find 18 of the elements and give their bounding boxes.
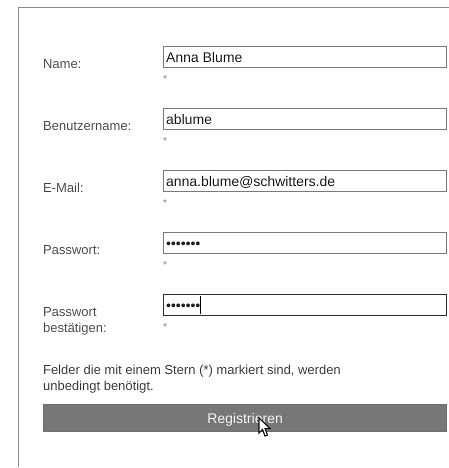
input-field[interactable]: Anna Blume (163, 46, 447, 68)
text-caret (200, 296, 202, 314)
field-label: Name: (43, 55, 82, 73)
field-label: Benutzername: (43, 117, 132, 135)
input-field[interactable]: ablume (163, 108, 447, 130)
field-label: Passwort: (43, 241, 102, 259)
register-button[interactable]: Registrieren (43, 404, 447, 432)
field-label: E-Mail: (43, 179, 84, 197)
field-label: Passwort bestätigen: (43, 303, 108, 337)
required-note: Felder die mit einem Stern (*) markiert sind, werden unbedingt benötigt. (43, 362, 342, 394)
input-field[interactable]: anna.blume@schwitters.de (163, 170, 447, 192)
required-mark: * (163, 74, 168, 85)
required-mark: * (163, 322, 168, 333)
input-field[interactable]: ••••••• (163, 232, 447, 254)
input-field[interactable]: ••••••• (163, 294, 447, 316)
required-mark: * (163, 136, 168, 147)
required-mark: * (163, 260, 168, 271)
required-mark: * (163, 198, 168, 209)
